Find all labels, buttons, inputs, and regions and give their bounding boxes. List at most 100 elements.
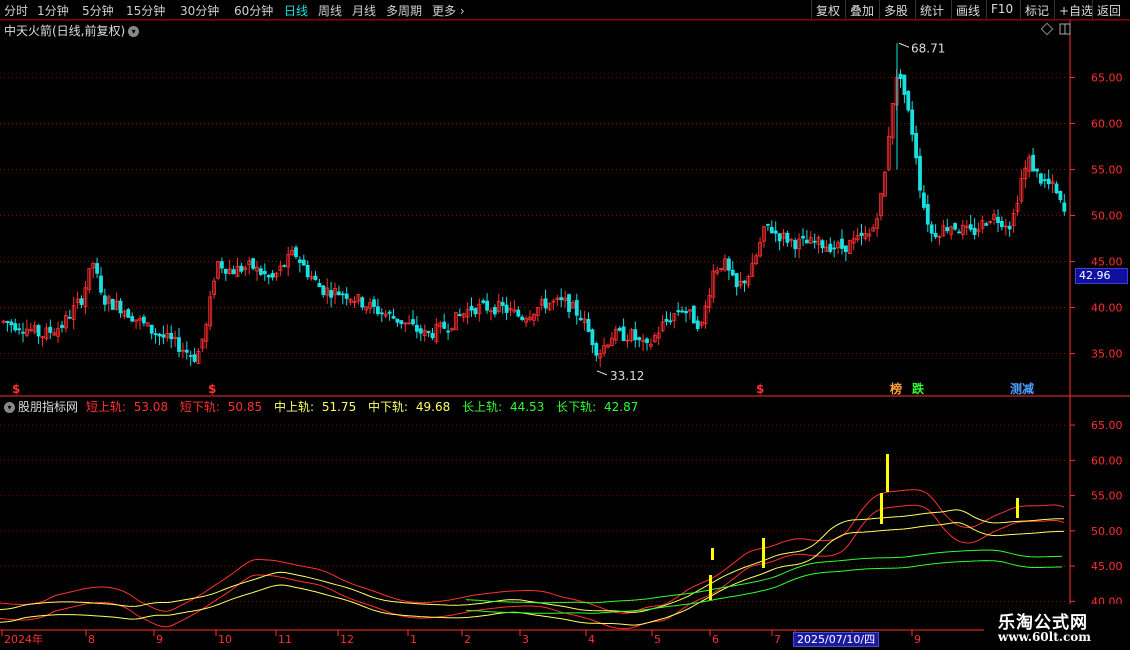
candle-body: [469, 305, 474, 311]
long-lower-band: [465, 560, 1063, 614]
overlay-button[interactable]: 叠加: [845, 0, 878, 19]
candle-body: [844, 245, 848, 253]
x-tick-label: 9: [914, 633, 921, 646]
chevron-down-icon[interactable]: ▾: [4, 402, 15, 413]
indicator-name[interactable]: 股朋指标网: [18, 400, 78, 414]
candle-body: [1039, 173, 1043, 184]
chevron-down-icon[interactable]: ▾: [128, 26, 140, 37]
candle-body: [738, 280, 743, 286]
candle-body: [138, 318, 142, 321]
period-tab-fenshi[interactable]: 分时: [4, 2, 28, 19]
candle-body: [1015, 202, 1020, 212]
add-watchlist-button[interactable]: +自选: [1054, 0, 1097, 19]
candle-body: [555, 297, 560, 300]
candle-body: [500, 302, 505, 306]
candle-body: [258, 268, 263, 275]
x-tick-label: 1: [410, 633, 417, 646]
candle-body: [875, 218, 879, 229]
candle-body: [325, 287, 330, 296]
stats-button[interactable]: 统计: [915, 0, 948, 19]
candle-body: [520, 316, 525, 320]
candle-body: [71, 305, 76, 320]
candle-body: [317, 282, 322, 288]
chart-title-text: 中天火箭(日线,前复权): [4, 24, 126, 38]
period-tab-multi[interactable]: 多周期: [386, 2, 422, 19]
candle-body: [840, 238, 844, 249]
short-upper-band: [0, 489, 1065, 614]
back-button[interactable]: 返回: [1092, 0, 1125, 19]
candle-body: [227, 268, 232, 275]
candle-body: [629, 329, 634, 342]
candle-body: [278, 265, 283, 272]
candle-body: [395, 318, 400, 323]
f10-button[interactable]: F10: [986, 0, 1017, 19]
period-tab-60min[interactable]: 60分钟: [234, 2, 273, 19]
price-tick-label: 45.00: [1091, 256, 1123, 269]
candle-body: [485, 300, 490, 311]
candle-body: [453, 312, 458, 331]
period-tab-30min[interactable]: 30分钟: [180, 2, 219, 19]
candle-body: [625, 339, 630, 342]
candle-body: [364, 306, 369, 311]
candle-body: [762, 226, 766, 242]
candle-body: [992, 214, 996, 220]
candle-body: [103, 295, 107, 305]
candle-body: [758, 241, 762, 257]
candle-body: [83, 287, 88, 307]
candle-body: [348, 298, 353, 303]
period-tab-weekly[interactable]: 周线: [318, 2, 342, 19]
chevron-right-icon: ›: [456, 4, 465, 18]
multi-stock-button[interactable]: 多股: [879, 0, 912, 19]
period-tab-daily[interactable]: 日线: [284, 2, 308, 19]
x-tick-label: 7: [774, 633, 781, 646]
candle-body: [855, 235, 860, 241]
candle-body: [40, 336, 45, 339]
candle-body: [255, 266, 259, 272]
period-tab-15min[interactable]: 15分钟: [126, 2, 165, 19]
fuquan-button[interactable]: 复权: [811, 0, 844, 19]
mark-button[interactable]: 标记: [1020, 0, 1053, 19]
candle-body: [684, 310, 688, 314]
candle-body: [777, 233, 782, 242]
candle-body: [890, 102, 895, 139]
candle-body: [695, 320, 700, 329]
period-tab-more[interactable]: 更多 ›: [432, 2, 465, 19]
candle-body: [984, 223, 989, 226]
candle-body: [1046, 178, 1051, 185]
candle-body: [703, 305, 708, 325]
candle-body: [824, 246, 829, 252]
candle-body: [528, 316, 532, 321]
candle-body: [664, 318, 669, 322]
candle-body: [773, 230, 778, 234]
candle-body: [473, 308, 478, 315]
candle-body: [918, 155, 922, 191]
candle-body: [816, 237, 821, 245]
draw-line-button[interactable]: 画线: [951, 0, 984, 19]
candle-body: [754, 255, 759, 265]
x-tick-label: 10: [218, 633, 232, 646]
candle-body: [204, 324, 209, 342]
candle-body: [801, 236, 805, 239]
candle-body: [157, 333, 162, 337]
candle-body: [949, 226, 954, 235]
candle-body: [547, 302, 552, 311]
candle-body: [988, 221, 993, 223]
chart-title[interactable]: 中天火箭(日线,前复权) ▾: [4, 22, 140, 39]
candle-body: [450, 327, 454, 331]
candle-body: [200, 338, 205, 349]
candle-body: [56, 328, 60, 337]
watermark-url: www.60lt.com: [998, 630, 1091, 644]
period-tab-monthly[interactable]: 月线: [352, 2, 376, 19]
period-tab-5min[interactable]: 5分钟: [82, 2, 114, 19]
kline-chart[interactable]: 65.00 60.00 55.00 50.00 45.00 40.00 35.00 65.00…: [0, 0, 1130, 650]
x-tick-label: 2: [464, 633, 471, 646]
candle-body: [742, 280, 747, 284]
candle-body: [750, 262, 755, 277]
candle-body: [805, 239, 809, 244]
legend-long-lower-value: 42.87: [604, 400, 639, 414]
candle-body: [1050, 181, 1055, 184]
event-marker: $: [12, 382, 20, 396]
diamond-icon: [1040, 22, 1054, 36]
period-tab-1min[interactable]: 1分钟: [37, 2, 69, 19]
panel-toggle-icon: [1059, 23, 1071, 35]
